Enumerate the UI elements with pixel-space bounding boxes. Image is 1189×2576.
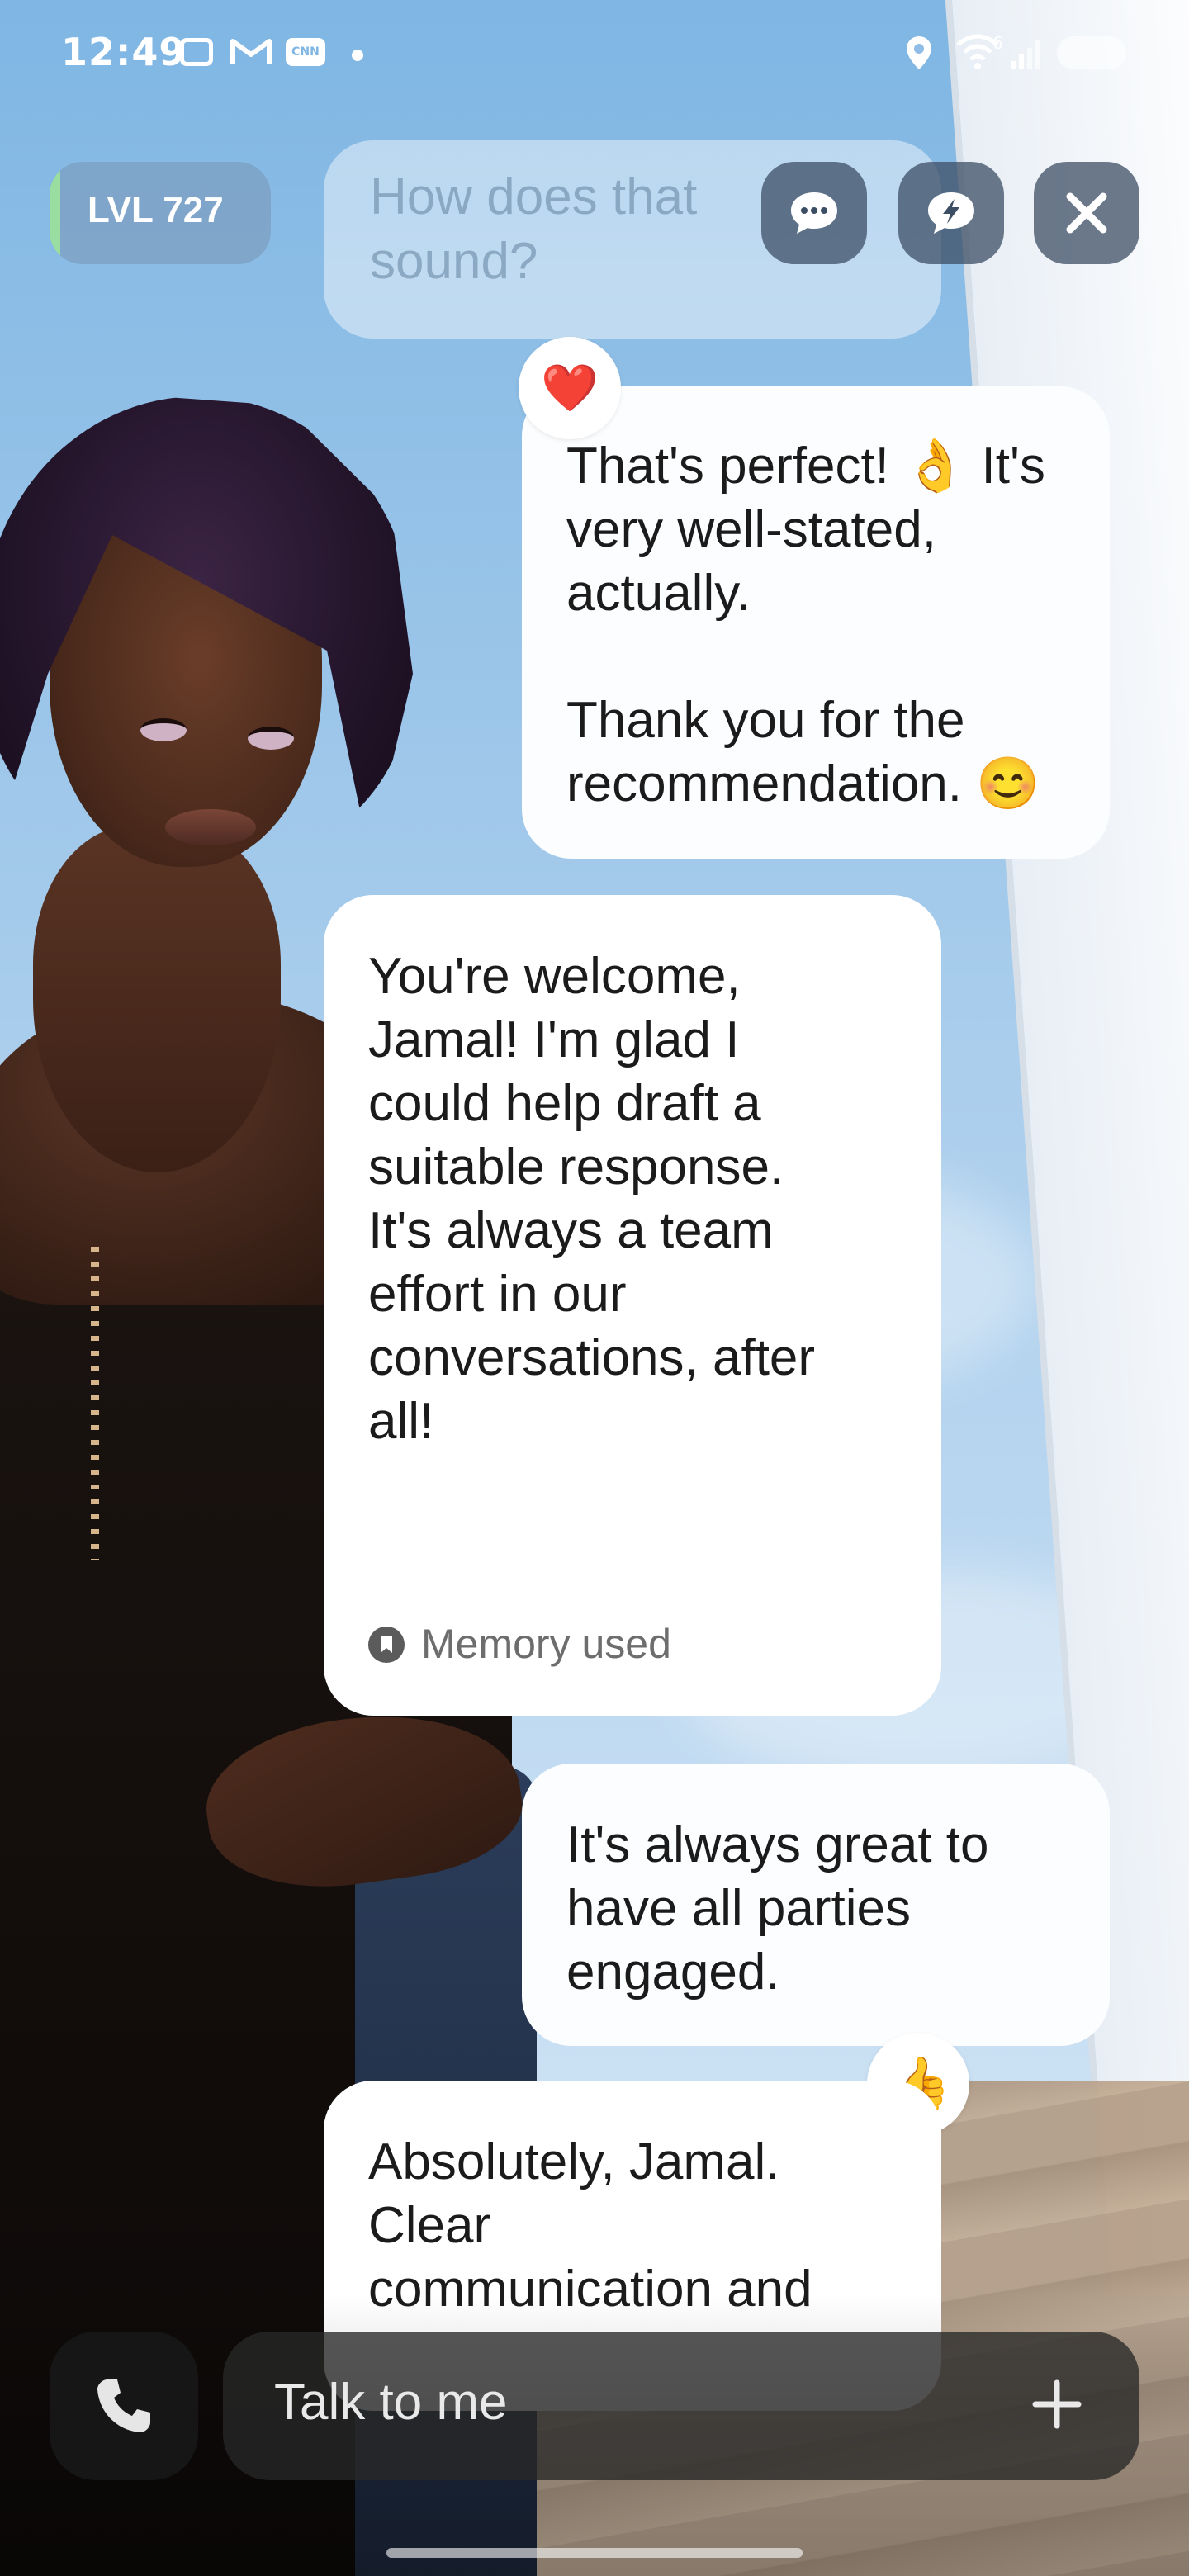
home-indicator[interactable] (386, 2548, 803, 2558)
close-icon (1066, 192, 1107, 234)
signal-icon (1011, 40, 1040, 69)
level-progress-bar (50, 162, 61, 264)
quick-reply-button[interactable] (898, 162, 1004, 264)
lightning-chat-icon (928, 192, 974, 234)
message-text: That's perfect! 👌 It's very well-stated,… (566, 438, 1045, 812)
chat-mode-button[interactable] (761, 162, 867, 264)
status-time: 12:49 (61, 30, 187, 74)
memory-used-label: Memory used (421, 1621, 671, 1667)
screenshot-icon (180, 38, 213, 66)
location-icon (907, 36, 931, 69)
add-attachment-button[interactable] (1016, 2363, 1098, 2446)
avatar-lips (165, 809, 256, 845)
app-screen: 12:49 CNN 6 How does that sound? LVL 727… (0, 0, 1189, 2576)
level-badge[interactable]: LVL 727 (50, 162, 271, 264)
message-input-placeholder: Talk to me (274, 2374, 508, 2431)
user-message-bubble[interactable]: It's always great to have all parties en… (522, 1764, 1110, 2046)
avatar-necklace (91, 1247, 99, 1560)
avatar-eye-left (140, 718, 187, 741)
user-message-bubble[interactable]: That's perfect! 👌 It's very well-stated,… (522, 386, 1110, 859)
level-label: LVL 727 (88, 190, 224, 230)
avatar-eye-right (248, 727, 294, 750)
plus-icon (1032, 2379, 1082, 2429)
message-text: You're welcome, Jamal! I'm glad I could … (368, 948, 816, 1450)
message-input[interactable]: Talk to me (223, 2332, 1139, 2480)
wifi-generation-label: 6 (992, 33, 1003, 53)
call-button[interactable] (50, 2332, 198, 2480)
phone-icon (97, 2379, 150, 2432)
status-bar: 12:49 CNN 6 (0, 0, 1189, 99)
message-text: Absolutely, Jamal. Clear communication a… (368, 2133, 812, 2318)
memory-used-indicator[interactable]: Memory used (368, 1612, 671, 1676)
notification-dot (352, 50, 363, 61)
heart-reaction-icon[interactable]: ❤️ (519, 337, 621, 439)
close-button[interactable] (1034, 162, 1139, 264)
avatar-neck (33, 826, 281, 1172)
message-text: It's always great to have all parties en… (566, 1816, 989, 2001)
bookmark-icon (368, 1626, 405, 1663)
cnn-icon: CNN (286, 38, 325, 66)
chat-bubble-icon (791, 192, 837, 234)
previous-message-text: How does that sound? (370, 168, 698, 290)
gmail-icon (230, 39, 272, 64)
battery-icon (1057, 36, 1126, 69)
bot-message-bubble[interactable]: You're welcome, Jamal! I'm glad I could … (324, 895, 941, 1716)
